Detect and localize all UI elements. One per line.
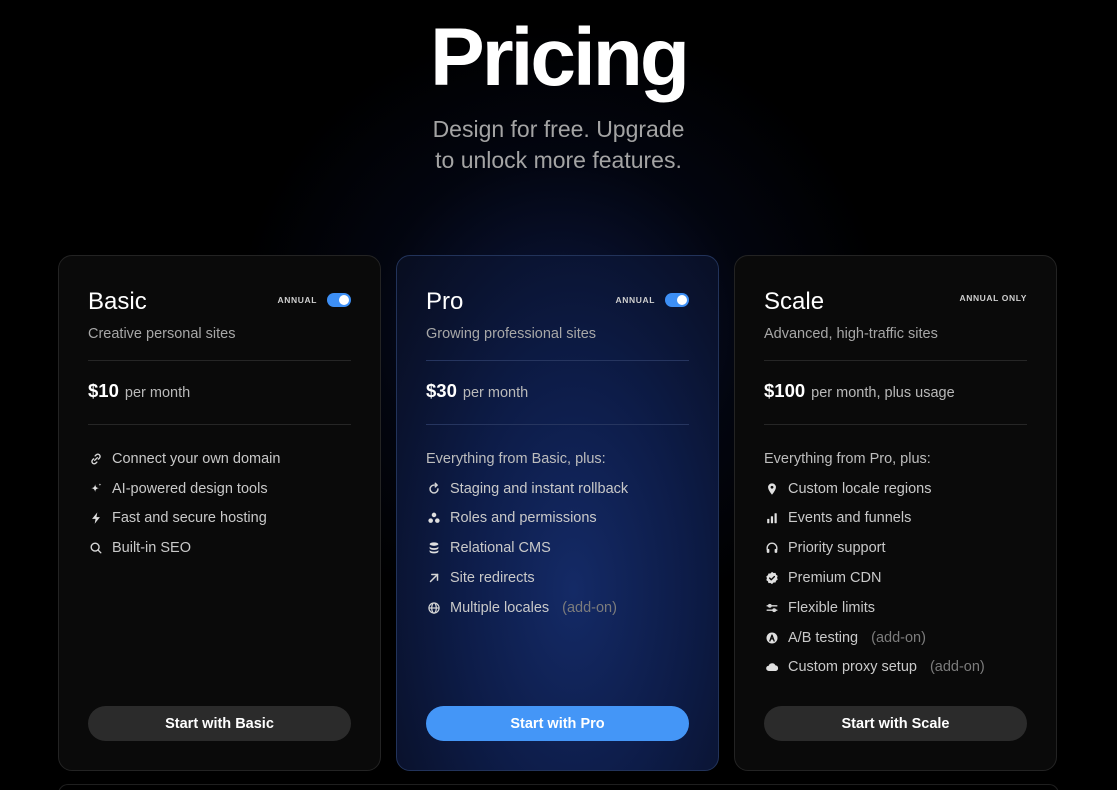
feature-item: Multiple locales (add-on): [426, 593, 698, 623]
feature-item: Custom locale regions: [764, 474, 1036, 504]
price-amount: $30: [426, 380, 457, 401]
features-intro-label: Everything from Pro, plus:: [764, 450, 931, 467]
feature-label: Fast and secure hosting: [112, 510, 267, 527]
feature-item: AI-powered design tools: [88, 474, 360, 504]
plan-header: Pro Growing professional sites ANNUAL: [426, 288, 689, 344]
addon-note: (add-on): [871, 629, 926, 646]
feature-label: Events and funnels: [788, 510, 912, 527]
feature-item: A/B testing (add-on): [764, 623, 1036, 653]
feature-label: Priority support: [788, 540, 886, 557]
feature-label: Premium CDN: [788, 570, 882, 587]
cloud-icon: [764, 660, 779, 675]
divider: [426, 360, 689, 361]
link-icon: [88, 451, 103, 466]
price-amount: $10: [88, 380, 119, 401]
subtitle-line-2: to unlock more features.: [435, 147, 682, 173]
lightning-icon: [88, 511, 103, 526]
next-section-edge: [58, 784, 1059, 790]
annual-billing-toggle[interactable]: [327, 293, 351, 307]
billing-toggle-group: ANNUAL ONLY: [959, 293, 1027, 303]
addon-note: (add-on): [562, 599, 617, 616]
database-icon: [426, 541, 441, 556]
page-title: Pricing: [430, 12, 690, 103]
headphones-icon: [764, 541, 779, 556]
verified-badge-icon: [764, 571, 779, 586]
plan-description: Creative personal sites: [88, 326, 236, 342]
features-intro: Everything from Pro, plus:: [764, 444, 1036, 474]
feature-item: Connect your own domain: [88, 444, 360, 474]
feature-label: Custom proxy setup: [788, 659, 917, 676]
feature-label: Built-in SEO: [112, 540, 191, 557]
feature-item: Premium CDN: [764, 563, 1036, 593]
plan-card-basic: Basic Creative personal sites ANNUAL $10…: [58, 255, 381, 771]
arrow-up-right-icon: [426, 571, 441, 586]
billing-toggle-label: ANNUAL: [615, 295, 655, 305]
price-period: per month: [124, 385, 191, 401]
start-with-pro-button[interactable]: Start with Pro: [426, 706, 689, 741]
feature-label: Site redirects: [450, 570, 535, 587]
feature-item: Roles and permissions: [426, 504, 698, 534]
plan-card-scale: Scale Advanced, high-traffic sites ANNUA…: [734, 255, 1057, 771]
price-period: per month: [462, 385, 529, 401]
ab-test-icon: [764, 630, 779, 645]
plan-price: $100 per month, plus usage: [764, 380, 955, 402]
sliders-icon: [764, 600, 779, 615]
feature-item: Custom proxy setup (add-on): [764, 653, 1036, 683]
plan-header: Scale Advanced, high-traffic sites ANNUA…: [764, 288, 1027, 344]
subtitle-line-1: Design for free. Upgrade: [432, 116, 685, 142]
feature-item: Relational CMS: [426, 533, 698, 563]
features-intro-label: Everything from Basic, plus:: [426, 450, 606, 467]
billing-toggle-group: ANNUAL: [278, 293, 351, 307]
search-icon: [88, 541, 103, 556]
page-subtitle: Design for free. Upgrade to unlock more …: [0, 114, 1117, 176]
plan-price: $10 per month: [88, 380, 190, 402]
addon-note: (add-on): [929, 659, 985, 676]
plan-header: Basic Creative personal sites ANNUAL: [88, 288, 351, 344]
billing-toggle-group: ANNUAL: [616, 293, 689, 307]
feature-item: Staging and instant rollback: [426, 474, 698, 504]
bar-chart-icon: [764, 511, 779, 526]
annual-billing-toggle[interactable]: [665, 293, 689, 307]
feature-label: Multiple locales: [450, 599, 550, 616]
feature-label: A/B testing: [788, 629, 859, 646]
feature-label: Custom locale regions: [788, 480, 932, 497]
divider: [426, 424, 689, 425]
feature-list: Connect your own domain AI-powered desig…: [88, 444, 360, 563]
divider: [88, 360, 351, 361]
sparkle-icon: [88, 481, 103, 496]
feature-item: Built-in SEO: [88, 533, 360, 563]
globe-icon: [426, 600, 441, 615]
start-with-basic-button[interactable]: Start with Basic: [88, 706, 351, 741]
price-period: per month, plus usage: [811, 385, 955, 401]
divider: [764, 360, 1027, 361]
feature-item: Site redirects: [426, 563, 698, 593]
divider: [764, 424, 1027, 425]
feature-item: Fast and secure hosting: [88, 504, 360, 534]
roles-icon: [426, 511, 441, 526]
feature-label: Flexible limits: [788, 599, 876, 616]
divider: [88, 424, 351, 425]
feature-label: Staging and instant rollback: [450, 480, 629, 497]
start-with-scale-button[interactable]: Start with Scale: [764, 706, 1027, 741]
plan-description: Advanced, high-traffic sites: [764, 326, 938, 342]
price-amount: $100: [764, 380, 806, 401]
feature-item: Priority support: [764, 533, 1036, 563]
billing-annual-only-label: ANNUAL ONLY: [959, 293, 1027, 303]
plan-price: $30 per month: [426, 380, 528, 402]
rollback-icon: [426, 481, 441, 496]
feature-item: Events and funnels: [764, 504, 1036, 534]
plan-description: Growing professional sites: [426, 326, 597, 342]
location-pin-icon: [764, 481, 779, 496]
feature-list: Everything from Pro, plus: Custom locale…: [764, 444, 1036, 682]
feature-label: Relational CMS: [450, 540, 551, 557]
pricing-page: Pricing Design for free. Upgrade to unlo…: [0, 0, 1117, 790]
feature-item: Flexible limits: [764, 593, 1036, 623]
plan-card-pro: Pro Growing professional sites ANNUAL $3…: [396, 255, 719, 771]
billing-toggle-label: ANNUAL: [277, 295, 317, 305]
feature-label: Roles and permissions: [450, 510, 597, 527]
feature-label: Connect your own domain: [112, 450, 281, 467]
feature-list: Everything from Basic, plus: Staging and…: [426, 444, 698, 623]
features-intro: Everything from Basic, plus:: [426, 444, 698, 474]
feature-label: AI-powered design tools: [112, 480, 268, 497]
